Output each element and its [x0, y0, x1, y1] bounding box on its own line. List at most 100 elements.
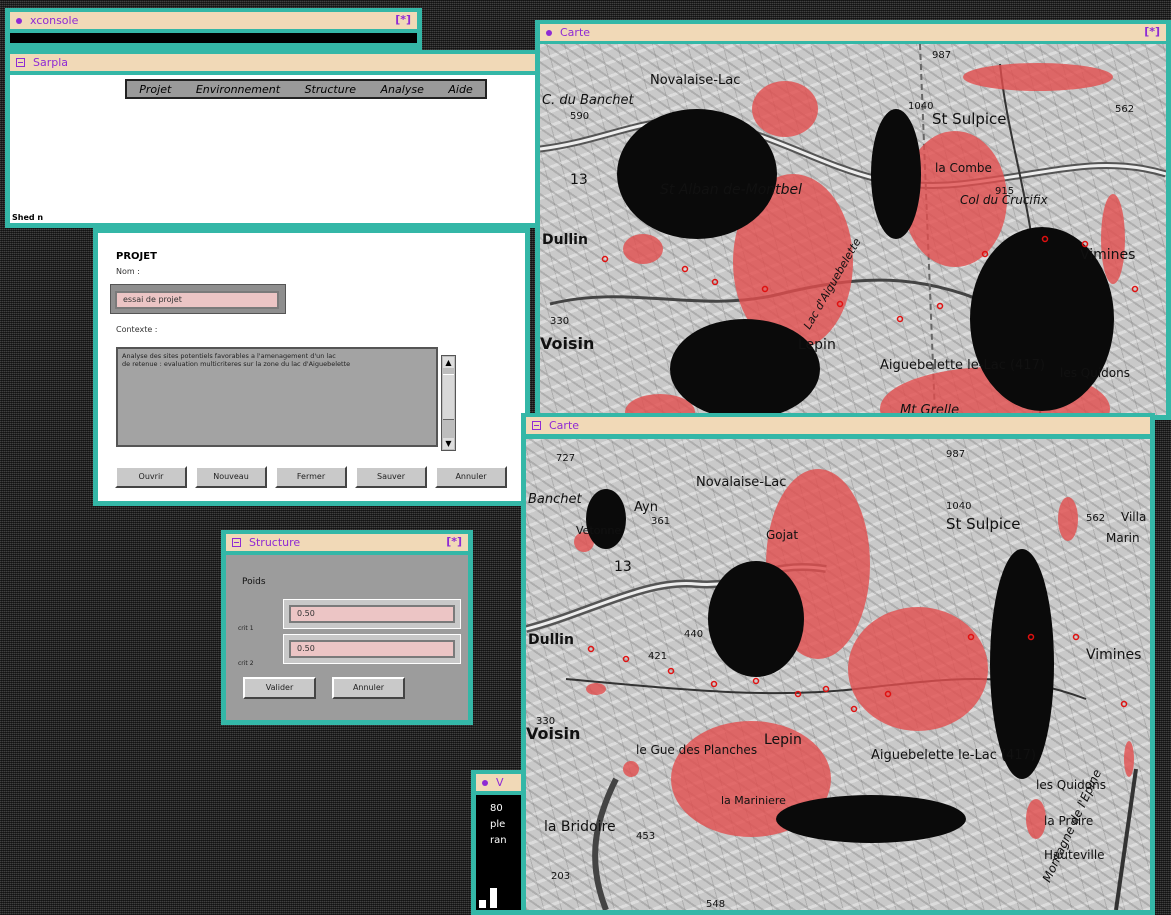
map-label: Novalaise-Lac — [696, 475, 786, 490]
map-label: le Gue des Planches — [636, 743, 757, 757]
small-line-2: ple — [490, 819, 506, 830]
maximize-icon[interactable]: [*] — [446, 535, 462, 548]
map-label: St Alban de-Montbel — [660, 182, 802, 198]
red-zone — [586, 683, 606, 695]
red-zone — [623, 234, 663, 264]
scroll-thumb[interactable] — [443, 374, 454, 420]
window-menu-icon[interactable] — [482, 779, 488, 786]
map-bottom-svg: Novalaise-Lac St Sulpice Dullin Ayn Banc… — [526, 449, 1146, 910]
small-line-3: ran — [490, 835, 507, 846]
small-line-1: 80 — [490, 803, 503, 814]
map-window-bottom: Carte Novalaise-Lac St Sulpice Dullin Ay… — [521, 413, 1155, 915]
map-label: Aiguebelette le-Lac (417) — [880, 358, 1045, 373]
elevation-label: 1040 — [908, 101, 933, 112]
map-label: la Bridoire — [544, 819, 616, 835]
small-bottom-titlebar[interactable]: V — [476, 774, 526, 791]
map-bottom-titlebar[interactable]: Carte — [526, 417, 1150, 434]
elevation-label: 330 — [550, 316, 569, 327]
map-label: la Mariniere — [721, 794, 786, 807]
elevation-label: 203 — [551, 871, 570, 882]
map-label: C. du Banchet — [542, 93, 634, 108]
comment-textarea[interactable]: Analyse des sites potentiels favorables … — [116, 347, 438, 447]
main-app-window: Sarpla Projet Environnement Structure An… — [5, 50, 545, 228]
menu-projet[interactable]: Projet — [139, 83, 171, 96]
black-zone — [776, 795, 966, 843]
main-titlebar[interactable]: Sarpla — [10, 54, 540, 71]
black-zone — [990, 549, 1054, 779]
menu-environnement[interactable]: Environnement — [196, 83, 280, 96]
comment-line-2: de retenue : evaluation multicriteres su… — [122, 360, 351, 368]
map-label: Dullin — [528, 632, 574, 648]
elevation-label: 987 — [932, 50, 951, 61]
scroll-down-icon[interactable]: ▼ — [443, 438, 454, 449]
map-bottom-canvas[interactable]: Novalaise-Lac St Sulpice Dullin Ayn Banc… — [526, 439, 1150, 910]
name-label: Nom : — [116, 267, 140, 276]
map-label: Marin — [1106, 531, 1140, 545]
comment-scrollbar[interactable]: ▲ ▼ — [441, 355, 456, 451]
map-bottom-title: Carte — [549, 419, 580, 432]
map-label: Banchet — [528, 492, 583, 507]
scroll-up-icon[interactable]: ▲ — [443, 357, 454, 368]
window-menu-icon[interactable] — [16, 58, 25, 67]
black-zone — [708, 561, 804, 677]
project-name-input[interactable]: essai de projet — [115, 291, 279, 309]
small-bottom-title: V — [496, 776, 504, 789]
elevation-label: 13 — [614, 559, 632, 575]
status-text: Shed n — [12, 213, 44, 222]
black-zone — [617, 109, 777, 239]
menu-structure[interactable]: Structure — [305, 83, 356, 96]
map-top-titlebar[interactable]: Carte [*] — [540, 24, 1166, 41]
map-label: Voisin — [540, 334, 594, 353]
elevation-label: 330 — [536, 716, 555, 727]
red-zone — [1124, 741, 1134, 777]
map-top-canvas[interactable]: Novalaise-Lac St Sulpice Dullin St Alban… — [540, 44, 1166, 415]
ouvrir-button[interactable]: Ouvrir — [115, 466, 187, 488]
fermer-button[interactable]: Fermer — [275, 466, 347, 488]
poids-titlebar[interactable]: Structure [*] — [226, 534, 468, 551]
poids-title: Structure — [249, 536, 301, 549]
sauver-button[interactable]: Sauver — [355, 466, 427, 488]
projet-body: PROJET Nom : essai de projet Contexte : … — [98, 233, 525, 501]
black-zone — [586, 489, 626, 549]
elevation-label: 562 — [1086, 513, 1105, 524]
menu-analyse[interactable]: Analyse — [381, 83, 424, 96]
elevation-label: 421 — [648, 651, 667, 662]
window-menu-icon[interactable] — [532, 421, 541, 430]
elevation-label: 453 — [636, 831, 655, 842]
map-label: Vimines — [1086, 647, 1141, 663]
annuler-poids-button[interactable]: Annuler — [332, 677, 405, 699]
window-menu-icon[interactable] — [16, 17, 22, 24]
map-top-svg: Novalaise-Lac St Sulpice Dullin St Alban… — [540, 44, 1166, 415]
road-line — [1114, 768, 1138, 910]
maximize-icon[interactable]: [*] — [1144, 25, 1160, 38]
weight-input-1[interactable]: 0.50 — [289, 605, 455, 623]
map-label: la Combe — [935, 161, 992, 175]
map-label: Lepin — [764, 732, 802, 748]
level-bar-1 — [479, 900, 486, 908]
projet-heading: PROJET — [116, 251, 157, 262]
main-body: Projet Environnement Structure Analyse A… — [10, 75, 540, 223]
xconsole-titlebar[interactable]: xconsole [*] — [10, 12, 417, 29]
map-label: Vetonne — [576, 524, 621, 537]
elevation-label: 915 — [995, 186, 1014, 197]
valider-button[interactable]: Valider — [243, 677, 316, 699]
maximize-icon[interactable]: [*] — [395, 13, 411, 26]
elevation-label: 440 — [684, 629, 703, 640]
xconsole-title: xconsole — [30, 14, 79, 27]
map-label: Vimines — [1080, 247, 1135, 263]
annuler-button[interactable]: Annuler — [435, 466, 507, 488]
map-top-title: Carte — [560, 26, 591, 39]
elevation-label: 361 — [651, 516, 670, 527]
weight-input-2[interactable]: 0.50 — [289, 640, 455, 658]
window-menu-icon[interactable] — [232, 538, 241, 547]
map-label: les Quidons — [1060, 366, 1130, 380]
nouveau-button[interactable]: Nouveau — [195, 466, 267, 488]
menu-aide[interactable]: Aide — [448, 83, 472, 96]
elevation-label: 590 — [570, 111, 589, 122]
window-menu-icon[interactable] — [546, 29, 552, 36]
map-label: Aiguebelette le-Lac (417) — [871, 748, 1036, 763]
xconsole-body — [10, 33, 417, 43]
red-zone — [1058, 497, 1078, 541]
poids-body: Poids crit 1 crit 2 0.50 0.50 Valider An… — [226, 555, 468, 720]
level-bar-2 — [490, 888, 497, 908]
